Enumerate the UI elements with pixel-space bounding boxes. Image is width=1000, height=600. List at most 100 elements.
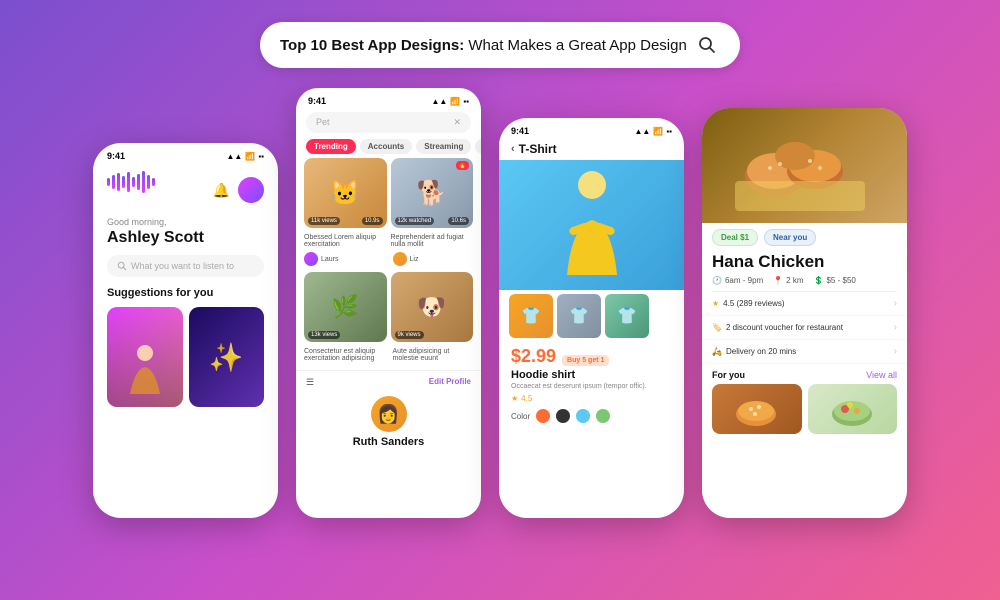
search-icon[interactable]	[694, 32, 720, 58]
suggestion-card-1[interactable]	[107, 307, 183, 407]
food-rating-item[interactable]: ★ 4.5 (289 reviews) ›	[702, 292, 907, 316]
thumb-1[interactable]: 👕	[509, 294, 553, 338]
food-item-fried[interactable]	[712, 384, 802, 434]
view-all-link[interactable]: View all	[866, 370, 897, 380]
mini-profile-section: ☰ Edit Profile 👩 Ruth Sanders	[296, 370, 481, 458]
tab-accounts[interactable]: Accounts	[360, 139, 412, 154]
hamburger-icon[interactable]: ☰	[306, 377, 314, 388]
thumb-3[interactable]: 👕	[605, 294, 649, 338]
location-icon: 📍	[773, 276, 783, 285]
wifi-icon: 📶	[245, 152, 255, 161]
video-thumb-dog2[interactable]: 🐶 9k views	[391, 272, 474, 342]
social-search[interactable]: Pet ✕	[306, 112, 471, 133]
food-discount-item[interactable]: 🏷️ 2 discount voucher for restaurant ›	[702, 316, 907, 340]
suggestion-card-2[interactable]: ✨	[189, 307, 265, 407]
shop-status-bar: 9:41 ▲▲ 📶 ▪▪	[499, 118, 684, 140]
back-icon[interactable]: ‹	[511, 143, 515, 155]
wifi-icon: 📶	[450, 97, 460, 106]
post-authors: Laurs Liz	[296, 250, 481, 270]
music-status-bar: 9:41 ▲▲ 📶 ▪▪	[93, 143, 278, 165]
social-tabs: Trending Accounts Streaming Auto	[296, 137, 481, 158]
chevron-icon-3: ›	[894, 346, 897, 357]
discount-content: 🏷️ 2 discount voucher for restaurant	[712, 323, 843, 332]
battery-icon: ▪▪	[258, 152, 264, 161]
clock-icon: 🕐	[712, 276, 722, 285]
post-author-2: Liz	[393, 252, 474, 266]
post-text-4: Aute adipisicing ut molestie euunt	[393, 348, 474, 362]
mini-profile-nav: ☰ Edit Profile	[306, 377, 471, 388]
shop-back-nav[interactable]: ‹ T-Shirt	[499, 140, 684, 160]
color-option-green[interactable]	[596, 409, 610, 423]
discount-text: 2 discount voucher for restaurant	[726, 323, 843, 332]
color-option-black[interactable]	[556, 409, 570, 423]
video-duration-1: 10.9s	[362, 217, 383, 225]
food-delivery-item[interactable]: 🛵 Delivery on 20 mins ›	[702, 340, 907, 364]
profile-username: Ruth Sanders	[353, 436, 425, 448]
tab-trending[interactable]: Trending	[306, 139, 356, 154]
shop-status-time: 9:41	[511, 126, 529, 136]
tab-streaming[interactable]: Streaming	[416, 139, 471, 154]
waveform-bar	[132, 177, 135, 187]
discount-icon: 🏷️	[712, 323, 722, 332]
post-texts-2: Consectetur est aliquip exercitation adi…	[296, 346, 481, 366]
video-thumb-dog[interactable]: 🐕 🔥 12k watched 10.6s	[391, 158, 474, 228]
phone-music: 9:41 ▲▲ 📶 ▪▪ 🔔 Good morning, Ashley Scot…	[93, 143, 278, 518]
phone-shop: 9:41 ▲▲ 📶 ▪▪ ‹ T-Shirt 👕 👕 👕	[499, 118, 684, 518]
social-status-bar: 9:41 ▲▲ 📶 ▪▪	[296, 88, 481, 110]
post-text-1: Obessed Lorem aliquip exercitation	[304, 234, 387, 248]
product-thumbnails: 👕 👕 👕	[499, 290, 684, 342]
product-title: Hoodie shirt	[499, 369, 684, 383]
social-status-icons: ▲▲ 📶 ▪▪	[432, 96, 469, 106]
video-thumb-cat[interactable]: 🐱 11k views 10.9s	[304, 158, 387, 228]
waveform-bar	[137, 174, 140, 190]
restaurant-name: Hana Chicken	[702, 250, 907, 276]
delivery-content: 🛵 Delivery on 20 mins	[712, 347, 796, 356]
price-icon: 💲	[814, 276, 824, 285]
video-hot-badge: 🔥	[456, 161, 469, 170]
bell-icon[interactable]: 🔔	[213, 182, 230, 199]
social-search-placeholder: Pet	[316, 117, 330, 128]
post-author-1: Laurs	[304, 252, 385, 266]
thumb-2[interactable]: 👕	[557, 294, 601, 338]
food-tags: Deal $1 Near you	[702, 223, 907, 250]
video-thumb-cat2[interactable]: 🌿 13k views	[304, 272, 387, 342]
shop-status-icons: ▲▲ 📶 ▪▪	[635, 126, 672, 136]
search-bar[interactable]: Top 10 Best App Designs: What Makes a Gr…	[260, 22, 740, 68]
for-you-label: For you	[712, 370, 745, 380]
edit-profile-btn[interactable]: Edit Profile	[429, 377, 471, 388]
product-main-image	[499, 160, 684, 290]
waveform-bar	[117, 173, 120, 191]
video-views-3: 13k views	[308, 331, 340, 339]
rating-value: 4.5	[521, 394, 532, 403]
waveform-bar	[147, 175, 150, 189]
video-views-2: 12k watched	[395, 217, 435, 225]
music-username: Ashley Scott	[93, 229, 278, 255]
distance-value: 2 km	[786, 276, 803, 285]
deal-tag: Deal $1	[712, 229, 758, 246]
waveform-bar	[112, 175, 115, 189]
tab-auto[interactable]: Auto	[475, 139, 481, 154]
rating-content: ★ 4.5 (289 reviews)	[712, 299, 785, 308]
food-items-row	[702, 384, 907, 434]
for-you-section: For you View all	[702, 364, 907, 384]
music-search-input[interactable]: What you want to listen to	[107, 255, 264, 277]
near-you-tag: Near you	[764, 229, 816, 246]
rating-text: 4.5 (289 reviews)	[723, 299, 784, 308]
food-item-salad[interactable]	[808, 384, 898, 434]
product-category: T-Shirt	[519, 142, 557, 156]
music-search-placeholder: What you want to listen to	[131, 261, 234, 271]
waveform-bar	[107, 178, 110, 186]
social-status-time: 9:41	[308, 96, 326, 106]
star-icon: ★	[511, 394, 518, 403]
product-price-tag: Buy 5 get 1	[562, 355, 609, 366]
color-option-orange[interactable]	[536, 409, 550, 423]
profile-avatar-large: 👩	[371, 396, 407, 432]
color-option-blue[interactable]	[576, 409, 590, 423]
post-text-3: Consectetur est aliquip exercitation adi…	[304, 348, 385, 362]
user-avatar[interactable]	[238, 177, 264, 203]
waveform-bar	[142, 171, 145, 193]
hours-value: 6am - 9pm	[725, 276, 763, 285]
music-status-time: 9:41	[107, 151, 125, 161]
author-avatar-2	[393, 252, 407, 266]
suggestions-grid: ✨	[93, 307, 278, 407]
